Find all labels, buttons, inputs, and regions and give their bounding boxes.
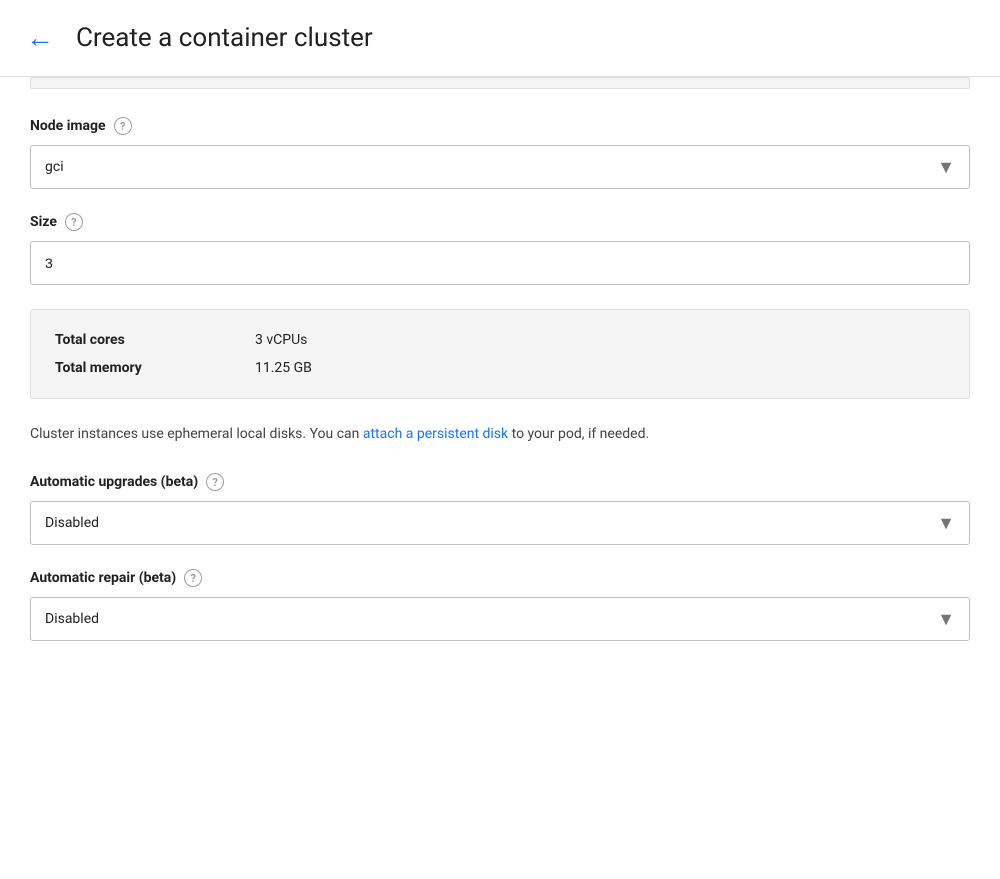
total-cores-label: Total cores (55, 332, 255, 348)
size-label: Size ? (30, 213, 970, 231)
content-area: Node image ? gci ▼ Size ? Total cores 3 … (0, 77, 1000, 705)
attach-persistent-disk-link[interactable]: attach a persistent disk (363, 426, 508, 442)
automatic-upgrades-select[interactable]: Disabled ▼ (30, 501, 970, 545)
total-memory-value: 11.25 GB (255, 360, 312, 376)
automatic-repair-help-icon[interactable]: ? (184, 569, 202, 587)
node-image-dropdown-icon: ▼ (937, 157, 955, 178)
automatic-repair-select[interactable]: Disabled ▼ (30, 597, 970, 641)
ephemeral-disk-description: Cluster instances use ephemeral local di… (30, 423, 970, 445)
total-memory-row: Total memory 11.25 GB (55, 354, 945, 382)
node-image-help-icon[interactable]: ? (114, 117, 132, 135)
node-image-field-group: Node image ? gci ▼ (30, 117, 970, 189)
total-cores-value: 3 vCPUs (255, 332, 307, 348)
automatic-upgrades-dropdown-icon: ▼ (937, 513, 955, 534)
back-arrow-icon: ← (26, 24, 54, 52)
top-bar-partial (30, 77, 970, 89)
size-help-icon[interactable]: ? (65, 213, 83, 231)
automatic-upgrades-help-icon[interactable]: ? (206, 473, 224, 491)
description-text-before: Cluster instances use ephemeral local di… (30, 426, 363, 442)
description-text-after: to your pod, if needed. (508, 426, 649, 442)
size-field-group: Size ? (30, 213, 970, 285)
automatic-repair-value: Disabled (45, 611, 99, 627)
page-header: ← Create a container cluster (0, 0, 1000, 77)
page-title: Create a container cluster (76, 23, 373, 53)
node-image-value: gci (45, 159, 64, 175)
size-input[interactable] (30, 241, 970, 285)
automatic-repair-field-group: Automatic repair (beta) ? Disabled ▼ (30, 569, 970, 641)
automatic-upgrades-label: Automatic upgrades (beta) ? (30, 473, 970, 491)
total-cores-row: Total cores 3 vCPUs (55, 326, 945, 354)
node-image-label: Node image ? (30, 117, 970, 135)
automatic-upgrades-field-group: Automatic upgrades (beta) ? Disabled ▼ (30, 473, 970, 545)
automatic-repair-label: Automatic repair (beta) ? (30, 569, 970, 587)
total-memory-label: Total memory (55, 360, 255, 376)
node-image-select[interactable]: gci ▼ (30, 145, 970, 189)
automatic-repair-dropdown-icon: ▼ (937, 609, 955, 630)
info-table: Total cores 3 vCPUs Total memory 11.25 G… (30, 309, 970, 399)
back-button[interactable]: ← (20, 18, 60, 58)
automatic-upgrades-value: Disabled (45, 515, 99, 531)
